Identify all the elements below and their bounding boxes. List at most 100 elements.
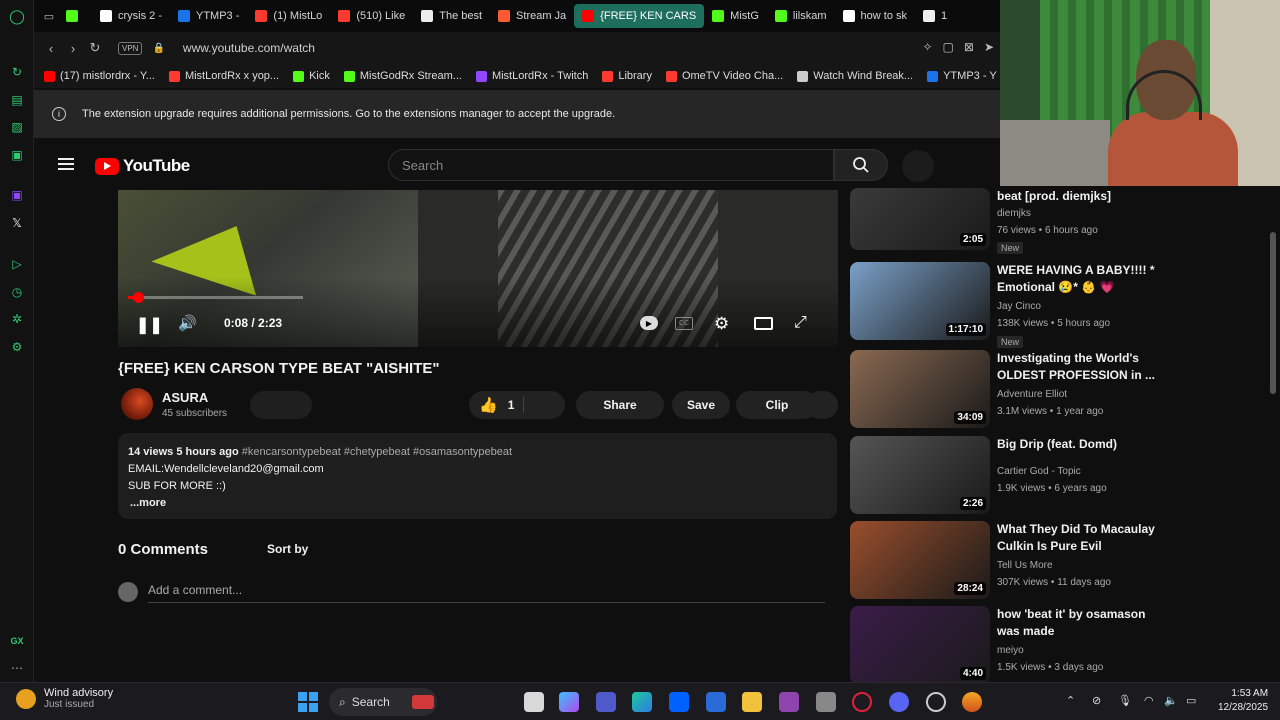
comment-input[interactable]: Add a comment... — [148, 583, 242, 597]
teams-icon[interactable] — [596, 692, 616, 712]
save-button[interactable]: Save — [672, 391, 730, 419]
settings-icon[interactable]: ⚙ — [9, 339, 25, 355]
tab-2[interactable]: YTMP3 - — [170, 4, 247, 28]
recommendation-item[interactable]: 28:24 What They Did To Macaulay Culkin Is… — [850, 521, 1155, 603]
clock[interactable]: 1:53 AM 12/28/2025 — [1218, 687, 1268, 715]
send-icon[interactable]: ➤ — [984, 40, 994, 54]
bookmark-1[interactable]: MistLordRx x yop... — [168, 70, 279, 82]
video-player[interactable]: ❚❚ 🔊 0:08 / 2:23 ▶ CC ⚙ ⤢ — [118, 190, 838, 347]
recommendation-title[interactable]: WERE HAVING A BABY!!!! * Emotional 😢* 👶 … — [997, 262, 1157, 296]
tab-7[interactable]: {FREE} KEN CARS — [574, 4, 705, 28]
recommendation-item[interactable]: 2:05 beat [prod. diemjks] diemjks 76 views … — [850, 178, 1150, 260]
forward-icon[interactable]: › — [62, 41, 84, 56]
tray-overflow-icon[interactable]: ⌃ — [1066, 694, 1075, 707]
tab-3[interactable]: (1) MistLo — [247, 4, 330, 28]
weather-widget[interactable]: Wind advisory Just issued — [16, 687, 113, 710]
media-app-icon[interactable] — [779, 692, 799, 712]
back-icon[interactable]: ‹ — [40, 41, 62, 56]
tab-0[interactable] — [58, 4, 92, 28]
shield-icon[interactable]: ⊠ — [964, 40, 974, 54]
tab-11[interactable]: 1 — [915, 4, 955, 28]
recommendation-title[interactable]: Investigating the World's OLDEST PROFESS… — [997, 350, 1157, 384]
tab-9[interactable]: lilskam — [767, 4, 835, 28]
discord-icon[interactable] — [889, 692, 909, 712]
more-icon[interactable]: ⋯ — [9, 660, 25, 676]
theater-mode-icon[interactable] — [754, 317, 773, 330]
opera-gx-taskbar-icon[interactable] — [852, 692, 872, 712]
opera-logo-icon[interactable]: ◯ — [9, 8, 25, 24]
show-more-link[interactable]: ...more — [130, 495, 827, 512]
gx-corner-icon[interactable]: ▨ — [9, 119, 25, 135]
tab-menu-icon[interactable]: ▭ — [40, 10, 58, 23]
snapshot-icon[interactable]: ▢ — [943, 40, 954, 54]
microphone-icon[interactable]: 🎙 — [1118, 694, 1132, 707]
recommendation-title[interactable]: beat [prod. diemjks] — [997, 188, 1157, 205]
tab-6[interactable]: Stream Ja — [490, 4, 574, 28]
tab-10[interactable]: how to sk — [835, 4, 915, 28]
settings-gear-icon[interactable]: ⚙ — [714, 314, 729, 334]
recommendation-thumbnail[interactable]: 28:24 — [850, 521, 990, 599]
share-button[interactable]: Share — [576, 391, 664, 419]
page-scrollbar[interactable] — [1270, 232, 1276, 394]
bookmark-0[interactable]: (17) mistlordrx - Y... — [44, 70, 155, 82]
recommendation-item[interactable]: 4:40 how 'beat it' by osamason was made me… — [850, 606, 1150, 688]
edge-icon[interactable] — [632, 692, 652, 712]
twitch-icon[interactable]: ▣ — [9, 187, 25, 203]
camera-icon[interactable] — [816, 692, 836, 712]
description-box[interactable]: 14 views 5 hours ago #kencarsontypebeat … — [118, 433, 837, 519]
recommendation-thumbnail[interactable]: 34:09 — [850, 350, 990, 428]
bookmark-8[interactable]: YTMP3 - Y — [927, 70, 997, 82]
autoplay-toggle-icon[interactable]: ▶ — [640, 316, 658, 330]
speed-dial-icon[interactable]: ↻ — [9, 64, 25, 80]
tab-4[interactable]: (510) Like — [330, 4, 413, 28]
reload-icon[interactable]: ↻ — [84, 40, 106, 56]
bookmark-3[interactable]: MistGodRx Stream... — [343, 70, 462, 82]
x-twitter-icon[interactable]: 𝕏 — [9, 215, 25, 231]
windows-start-icon[interactable] — [298, 692, 318, 712]
store-icon[interactable] — [706, 692, 726, 712]
pause-icon[interactable]: ❚❚ — [136, 315, 163, 335]
mail-icon[interactable]: ▣ — [9, 147, 25, 163]
channel-avatar[interactable] — [121, 388, 153, 420]
progress-bar[interactable] — [128, 292, 303, 303]
progress-scrubber[interactable] — [132, 292, 144, 303]
youtube-logo[interactable]: YouTube — [95, 156, 190, 176]
like-count[interactable]: 1 — [508, 398, 515, 412]
copilot-icon[interactable] — [559, 692, 579, 712]
pin-icon[interactable]: ✧ — [922, 40, 932, 54]
search-button[interactable] — [834, 149, 888, 181]
subscribe-button[interactable] — [250, 391, 312, 419]
extensions-icon[interactable]: ✲ — [9, 311, 25, 327]
player-icon[interactable]: ▷ — [9, 256, 25, 272]
taskbar-search[interactable]: ⌕ Search — [329, 688, 437, 716]
battery-icon[interactable]: ▭ — [1186, 694, 1196, 707]
like-icon[interactable]: 👍 — [479, 396, 498, 414]
recommendation-item[interactable]: 2:26 Big Drip (feat. Domd) Cartier God - T… — [850, 436, 1150, 518]
history-icon[interactable]: ◷ — [9, 284, 25, 300]
recommendation-title[interactable]: Big Drip (feat. Domd) — [997, 436, 1157, 453]
url-field[interactable]: www.youtube.com/watch — [183, 41, 315, 55]
game-app-icon[interactable] — [962, 692, 982, 712]
bookmark-7[interactable]: Watch Wind Break... — [797, 70, 913, 82]
fullscreen-icon[interactable]: ⤢ — [794, 314, 807, 332]
recommendation-title[interactable]: how 'beat it' by osamason was made — [997, 606, 1157, 640]
search-input[interactable]: Search — [388, 149, 834, 181]
recommendation-channel[interactable]: diemjks — [997, 208, 1031, 219]
recommendation-item[interactable]: 1:17:10 WERE HAVING A BABY!!!! * Emotiona… — [850, 262, 1155, 348]
recommendation-title[interactable]: What They Did To Macaulay Culkin Is Pure… — [997, 521, 1157, 555]
bookmark-2[interactable]: Kick — [293, 70, 330, 82]
recommendation-thumbnail[interactable]: 4:40 — [850, 606, 990, 684]
recommendation-channel[interactable]: Tell Us More — [997, 560, 1053, 571]
gx-control-icon[interactable]: ▤ — [9, 92, 25, 108]
wifi-icon[interactable]: ◠ — [1144, 694, 1154, 707]
tray-network-off-icon[interactable]: ⊘ — [1092, 694, 1101, 707]
recommendation-thumbnail[interactable]: 1:17:10 — [850, 262, 990, 340]
app-icon[interactable] — [926, 692, 946, 712]
more-actions-button[interactable] — [806, 391, 838, 419]
tab-8[interactable]: MistG — [704, 4, 767, 28]
recommendation-channel[interactable]: Jay Cinco — [997, 301, 1041, 312]
vpn-badge[interactable]: VPN — [118, 41, 143, 55]
bookmark-4[interactable]: MistLordRx - Twitch — [475, 70, 588, 82]
recommendation-channel[interactable]: Adventure Elliot — [997, 389, 1067, 400]
gx-label[interactable]: GX — [9, 633, 25, 649]
